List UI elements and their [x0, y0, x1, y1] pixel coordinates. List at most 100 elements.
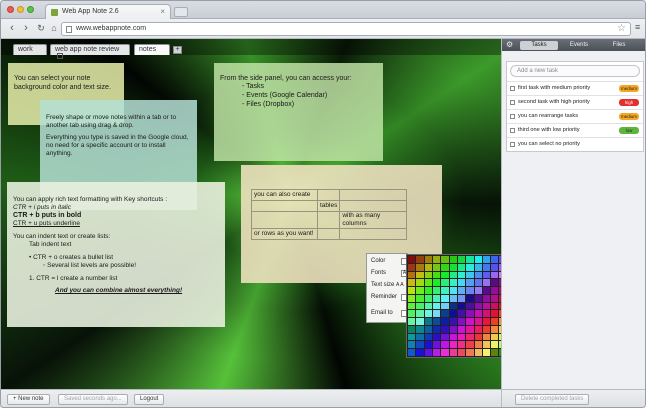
color-swatch-cell[interactable] — [416, 341, 424, 349]
browser-tab[interactable]: Web App Note 2.6 × — [45, 4, 171, 19]
color-swatch-cell[interactable] — [432, 294, 441, 302]
color-swatch-cell[interactable] — [416, 325, 424, 333]
color-swatch-cell[interactable] — [441, 333, 449, 341]
color-swatch-cell[interactable] — [441, 302, 449, 310]
color-swatch-cell[interactable] — [474, 349, 482, 356]
address-bar[interactable]: www.webappnote.com ☆ — [61, 22, 631, 36]
color-swatch-cell[interactable] — [466, 279, 474, 287]
color-swatch-cell[interactable] — [457, 318, 466, 325]
color-swatch-cell[interactable] — [491, 256, 499, 263]
color-swatch-cell[interactable] — [432, 341, 441, 349]
color-swatch-cell[interactable] — [466, 271, 474, 279]
color-swatch-cell[interactable] — [441, 271, 449, 279]
note-formatting[interactable]: You can apply rich text formatting with … — [7, 182, 225, 327]
color-swatch-cell[interactable] — [441, 341, 449, 349]
add-tab-button[interactable]: + — [173, 46, 182, 54]
color-swatch-cell[interactable] — [491, 310, 499, 318]
color-swatch-cell[interactable] — [491, 349, 499, 356]
color-swatch-cell[interactable] — [449, 333, 457, 341]
color-swatch-cell[interactable] — [449, 318, 457, 325]
color-swatch-cell[interactable] — [466, 341, 474, 349]
task-checkbox[interactable] — [510, 100, 515, 105]
color-swatch-cell[interactable] — [416, 271, 424, 279]
task-item[interactable]: first task with medium priority medium — [507, 81, 643, 95]
color-swatch-cell[interactable] — [416, 310, 424, 318]
color-swatch-cell[interactable] — [449, 271, 457, 279]
color-swatch-cell[interactable] — [482, 279, 491, 287]
color-swatch-cell[interactable] — [482, 256, 491, 263]
color-swatch-cell[interactable] — [449, 294, 457, 302]
tab-events[interactable]: Events — [560, 41, 598, 50]
color-swatch-cell[interactable] — [408, 279, 416, 287]
color-swatch-cell[interactable] — [457, 302, 466, 310]
color-swatch-cell[interactable] — [491, 302, 499, 310]
color-swatch-cell[interactable] — [408, 294, 416, 302]
new-note-button[interactable]: + New note — [7, 394, 50, 405]
color-swatch-cell[interactable] — [449, 263, 457, 271]
color-swatch-cell[interactable] — [491, 271, 499, 279]
color-swatch-cell[interactable] — [408, 271, 416, 279]
color-swatch-cell[interactable] — [424, 349, 432, 356]
color-swatch-cell[interactable] — [457, 256, 466, 263]
color-swatch-cell[interactable] — [408, 318, 416, 325]
color-swatch-cell[interactable] — [449, 325, 457, 333]
color-swatch-cell[interactable] — [474, 271, 482, 279]
color-swatch-cell[interactable] — [449, 256, 457, 263]
color-swatch-cell[interactable] — [408, 302, 416, 310]
color-swatch-cell[interactable] — [424, 256, 432, 263]
color-swatch-cell[interactable] — [466, 325, 474, 333]
color-swatch-cell[interactable] — [408, 256, 416, 263]
color-swatch-cell[interactable] — [441, 287, 449, 294]
bookmark-star-icon[interactable]: ☆ — [617, 23, 626, 34]
task-item[interactable]: third one with low priority low — [507, 123, 643, 137]
maximize-window-button[interactable] — [27, 6, 34, 13]
task-item[interactable]: second task with high priority high — [507, 95, 643, 109]
color-swatch-cell[interactable] — [466, 294, 474, 302]
color-swatch-cell[interactable] — [474, 310, 482, 318]
color-swatch-cell[interactable] — [457, 294, 466, 302]
color-swatch-cell[interactable] — [424, 271, 432, 279]
color-swatch-cell[interactable] — [424, 287, 432, 294]
color-swatch-cell[interactable] — [408, 263, 416, 271]
note-side-panel[interactable]: From the side panel, you can access your… — [214, 63, 383, 161]
color-swatch-cell[interactable] — [466, 287, 474, 294]
color-swatch-cell[interactable] — [408, 333, 416, 341]
color-swatch-cell[interactable] — [482, 302, 491, 310]
reload-icon[interactable]: ↻ — [34, 22, 48, 35]
color-swatch-cell[interactable] — [474, 302, 482, 310]
color-swatch-cell[interactable] — [466, 310, 474, 318]
close-tab-icon[interactable]: × — [160, 7, 165, 16]
color-swatch-cell[interactable] — [474, 263, 482, 271]
back-arrow-icon[interactable]: ‹ — [5, 22, 19, 35]
color-swatch-cell[interactable] — [441, 256, 449, 263]
color-swatch-cell[interactable] — [416, 302, 424, 310]
task-checkbox[interactable] — [510, 128, 515, 133]
color-swatch-cell[interactable] — [424, 333, 432, 341]
color-swatch-cell[interactable] — [491, 279, 499, 287]
color-swatch-cell[interactable] — [491, 333, 499, 341]
color-swatch-cell[interactable] — [432, 287, 441, 294]
task-item[interactable]: you can select no priority — [507, 137, 643, 151]
color-swatch-cell[interactable] — [432, 349, 441, 356]
color-swatch-cell[interactable] — [466, 318, 474, 325]
color-swatch-cell[interactable] — [457, 325, 466, 333]
color-swatch-cell[interactable] — [441, 310, 449, 318]
tab-tasks[interactable]: Tasks — [520, 41, 558, 50]
color-swatch-cell[interactable] — [432, 271, 441, 279]
color-swatch-cell[interactable] — [408, 310, 416, 318]
color-swatch-cell[interactable] — [491, 263, 499, 271]
color-swatch-cell[interactable] — [474, 279, 482, 287]
color-swatch-cell[interactable] — [416, 318, 424, 325]
color-swatch-cell[interactable] — [416, 287, 424, 294]
color-swatch-cell[interactable] — [416, 256, 424, 263]
color-swatch-cell[interactable] — [441, 325, 449, 333]
color-swatch-cell[interactable] — [466, 302, 474, 310]
color-swatch-cell[interactable] — [416, 333, 424, 341]
color-swatch-cell[interactable] — [449, 349, 457, 356]
color-swatch-cell[interactable] — [416, 294, 424, 302]
color-swatch-cell[interactable] — [449, 287, 457, 294]
color-swatch-cell[interactable] — [424, 302, 432, 310]
home-icon[interactable]: ⌂ — [47, 22, 61, 35]
color-swatch-cell[interactable] — [457, 341, 466, 349]
tab-files[interactable]: Files — [600, 41, 638, 50]
